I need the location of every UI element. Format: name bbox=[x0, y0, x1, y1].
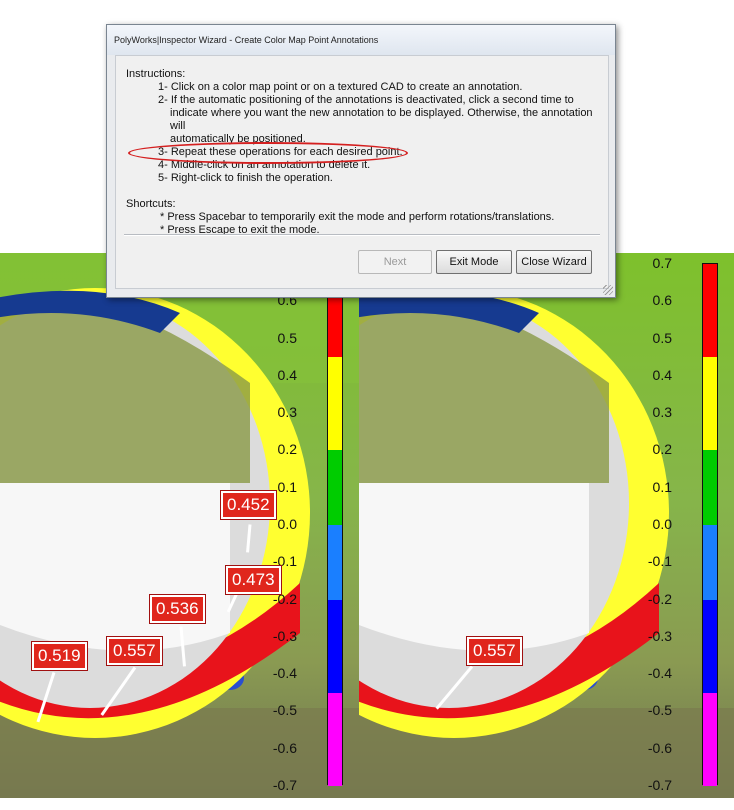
instruction-step-3: 3- Repeat these operations for each desi… bbox=[158, 146, 403, 158]
shortcut-item: * Press Spacebar to temporarily exit the… bbox=[160, 211, 555, 223]
color-scale-tick-label: -0.5 bbox=[647, 702, 672, 719]
color-scale-tick-label: 0.3 bbox=[652, 404, 672, 421]
annotation-label[interactable]: 0.557 bbox=[466, 636, 523, 666]
close-wizard-button[interactable]: Close Wizard bbox=[516, 250, 592, 274]
resize-grip-icon[interactable] bbox=[603, 285, 613, 295]
color-scale-tick-label: 0.4 bbox=[277, 366, 297, 383]
exit-mode-button[interactable]: Exit Mode bbox=[436, 250, 512, 274]
color-scale-tick-label: 0.3 bbox=[277, 404, 297, 421]
annotation-label[interactable]: 0.473 bbox=[225, 565, 282, 595]
color-scale-band bbox=[703, 692, 717, 786]
annotation-label[interactable]: 0.452 bbox=[220, 490, 277, 520]
color-scale-tick-label: -0.7 bbox=[647, 777, 672, 793]
color-scale-tick-label: 0.4 bbox=[652, 366, 672, 383]
color-scale-tick-label: 0.2 bbox=[652, 441, 672, 458]
color-scale-tick-label: -0.3 bbox=[647, 627, 672, 644]
annotation-wizard-dialog[interactable]: PolyWorks|Inspector Wizard - Create Colo… bbox=[106, 24, 616, 298]
color-scale-tick-label: -0.5 bbox=[272, 702, 297, 719]
color-scale-band bbox=[328, 599, 342, 693]
instructions-label: Instructions: bbox=[126, 68, 186, 80]
instruction-step-2-cont: indicate where you want the new annotati… bbox=[170, 107, 593, 132]
next-button[interactable]: Next bbox=[358, 250, 432, 274]
divider bbox=[124, 234, 600, 236]
dialog-body: Instructions: 1- Click on a color map po… bbox=[115, 55, 609, 289]
color-scale-band bbox=[703, 357, 717, 451]
color-scale-tick-label: -0.4 bbox=[647, 665, 672, 682]
color-scale-tick-label: -0.3 bbox=[272, 627, 297, 644]
color-scale-bar bbox=[702, 263, 718, 786]
color-scale-band bbox=[703, 525, 717, 600]
right-color-map-viewport[interactable]: 0.7 0.6 0.5 0.4 0.3 0.2 0.1 0.0 -0.1 -0.2 -0.3 -0.4… bbox=[359, 253, 734, 798]
color-scale-band bbox=[328, 357, 342, 451]
color-scale-tick-label: -0.2 bbox=[647, 590, 672, 607]
color-scale-band bbox=[328, 525, 342, 600]
color-scale-tick-label: 0.7 bbox=[652, 255, 672, 271]
instruction-step-5: 5- Right-click to finish the operation. bbox=[158, 172, 333, 184]
color-scale-tick-label: 0.5 bbox=[277, 329, 297, 346]
instruction-step-1: 1- Click on a color map point or on a te… bbox=[158, 81, 523, 93]
color-scale-bar bbox=[327, 263, 343, 786]
color-scale-tick-label: -0.1 bbox=[647, 553, 672, 570]
color-scale-band bbox=[703, 264, 717, 358]
color-scale-band bbox=[328, 692, 342, 786]
color-scale-band bbox=[703, 599, 717, 693]
color-scale-tick-label: 0.0 bbox=[652, 516, 672, 532]
annotation-label[interactable]: 0.557 bbox=[106, 636, 163, 666]
color-scale-tick-label: 0.6 bbox=[652, 292, 672, 309]
color-scale-tick-label: 0.1 bbox=[652, 478, 672, 495]
shortcuts-label: Shortcuts: bbox=[126, 198, 176, 210]
color-scale-tick-label: 0.5 bbox=[652, 329, 672, 346]
right-color-scale: 0.7 0.6 0.5 0.4 0.3 0.2 0.1 0.0 -0.1 -0.2 -0.3 -0.4… bbox=[648, 253, 734, 798]
color-scale-band bbox=[328, 450, 342, 525]
annotation-label[interactable]: 0.536 bbox=[149, 594, 206, 624]
instruction-step-2: 2- If the automatic positioning of the a… bbox=[158, 94, 574, 106]
color-scale-band bbox=[703, 450, 717, 525]
instruction-step-2-cont: automatically be positioned. bbox=[170, 133, 306, 145]
dialog-title: PolyWorks|Inspector Wizard - Create Colo… bbox=[107, 25, 615, 55]
color-scale-tick-label: 0.2 bbox=[277, 441, 297, 458]
color-scale-tick-label: -0.4 bbox=[272, 665, 297, 682]
left-color-map-viewport[interactable]: 0.70.60.50.40.30.20.10.0-0.1-0.2-0.3-0.4… bbox=[0, 253, 359, 798]
color-scale-tick-label: -0.6 bbox=[647, 739, 672, 756]
color-scale-tick-label: -0.7 bbox=[272, 777, 297, 793]
annotation-label[interactable]: 0.519 bbox=[31, 641, 88, 671]
instruction-step-4: 4- Middle-click on an annotation to dele… bbox=[158, 159, 371, 171]
left-color-scale: 0.70.60.50.40.30.20.10.0-0.1-0.2-0.3-0.4… bbox=[273, 253, 359, 798]
instructions-block: Instructions: 1- Click on a color map po… bbox=[126, 68, 600, 237]
color-scale-tick-label: -0.6 bbox=[272, 739, 297, 756]
